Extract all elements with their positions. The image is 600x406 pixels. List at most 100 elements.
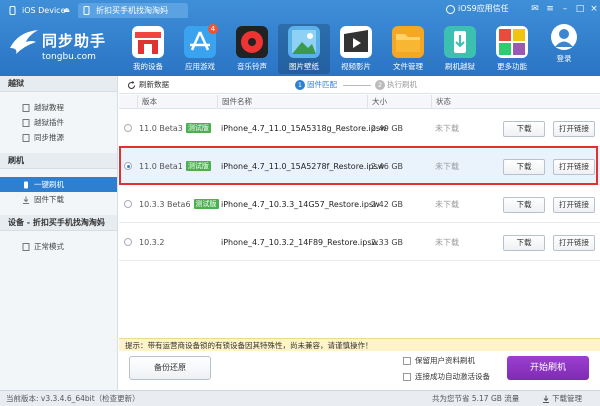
download-icon bbox=[23, 196, 29, 204]
eject-icon[interactable]: ⏏ bbox=[63, 3, 70, 18]
row-status: 未下载 bbox=[435, 124, 459, 133]
open-link-button[interactable]: 打开链接 bbox=[553, 235, 595, 251]
open-link-button[interactable]: 打开链接 bbox=[553, 197, 595, 213]
nav-music[interactable]: 音乐铃声 bbox=[226, 24, 278, 74]
step-number: 1 bbox=[295, 80, 305, 90]
table-header: 版本 固件名称 大小 状态 bbox=[119, 95, 600, 109]
skin-icon[interactable]: ✉ bbox=[530, 4, 540, 14]
trust-label: iOS9应用信任 bbox=[458, 4, 509, 13]
nav-label: 我的设备 bbox=[133, 62, 163, 71]
music-icon bbox=[236, 26, 268, 58]
nav-label: 应用游戏 bbox=[185, 62, 215, 71]
tab-label: iOS Device bbox=[22, 6, 66, 15]
sidebar-item-jailbreak-tutorial[interactable]: 越狱教程 bbox=[0, 100, 117, 115]
step-label: 执行刷机 bbox=[387, 80, 417, 89]
document-icon bbox=[22, 104, 30, 112]
app-update-badge: 4 bbox=[208, 24, 218, 34]
download-button[interactable]: 下载 bbox=[503, 121, 545, 137]
selected-row-highlight bbox=[119, 146, 598, 185]
checkbox-box[interactable] bbox=[403, 373, 411, 381]
flash-icon bbox=[24, 181, 28, 189]
row-filename: iPhone_4.7_10.3.2_14F89_Restore.ipsw bbox=[221, 238, 379, 247]
start-flash-button[interactable]: 开始刷机 bbox=[507, 356, 589, 380]
step-label: 固件匹配 bbox=[307, 80, 337, 89]
checkbox-label: 连接成功自动激活设备 bbox=[415, 372, 490, 381]
folder-icon bbox=[392, 26, 424, 58]
sidebar-item-firmware-download[interactable]: 固件下载 bbox=[0, 192, 117, 207]
column-status[interactable]: 状态 bbox=[431, 95, 451, 109]
nav-pictures[interactable]: 图片壁纸 bbox=[278, 24, 330, 74]
version-info[interactable]: 当前版本: v3.3.4.6_64bit（检查更新） bbox=[6, 391, 140, 406]
sidebar-item-normal-mode[interactable]: 正常模式 bbox=[0, 239, 117, 254]
nav-files[interactable]: 文件管理 bbox=[382, 24, 434, 74]
tab-shop[interactable]: 折扣买手机找淘淘妈 bbox=[78, 3, 188, 18]
logo-bird-icon bbox=[10, 30, 38, 54]
download-manager-button[interactable]: 下载管理 bbox=[542, 391, 582, 406]
minimize-icon[interactable]: – bbox=[560, 4, 570, 14]
row-radio[interactable] bbox=[124, 200, 132, 208]
sidebar-item-label: 同步推源 bbox=[34, 133, 64, 142]
warning-tip: 提示：带有运营商设备锁的有锁设备因其特殊性，尚未兼容，请谨慎操作！ bbox=[119, 338, 600, 351]
download-icon bbox=[543, 395, 549, 403]
nav-label: 刷机越狱 bbox=[445, 62, 475, 71]
tab-ios-device[interactable]: iOS Device ⏏ bbox=[4, 3, 74, 18]
column-version[interactable]: 版本 bbox=[137, 95, 157, 109]
checkbox-label: 保留用户资料刷机 bbox=[415, 356, 475, 365]
maximize-icon[interactable]: □ bbox=[575, 4, 585, 14]
beta-tag: 测试版 bbox=[193, 199, 219, 209]
nav-videos[interactable]: 视频影片 bbox=[330, 24, 382, 74]
row-filename: iPhone_4.7_10.3.3_14G57_Restore.ipsw bbox=[221, 200, 380, 209]
nav-label: 文件管理 bbox=[393, 62, 423, 71]
info-icon bbox=[446, 5, 455, 14]
open-link-button[interactable]: 打开链接 bbox=[553, 121, 595, 137]
refresh-button[interactable]: 刷新数据 bbox=[127, 79, 169, 91]
status-bar: 当前版本: v3.3.4.6_64bit（检查更新） 共为您节省 5.17 GB… bbox=[0, 390, 600, 406]
nav-my-device[interactable]: 我的设备 bbox=[122, 24, 174, 74]
row-status: 未下载 bbox=[435, 200, 459, 209]
keep-data-checkbox[interactable]: 保留用户资料刷机 bbox=[403, 356, 475, 366]
sidebar-item-one-click-flash[interactable]: 一键刷机 bbox=[0, 177, 117, 192]
column-size[interactable]: 大小 bbox=[367, 95, 387, 109]
row-radio[interactable] bbox=[124, 238, 132, 246]
backup-restore-button[interactable]: 备份还原 bbox=[129, 356, 211, 380]
toolbar: 刷新数据 1 固件匹配 2 执行刷机 bbox=[119, 76, 600, 94]
refresh-icon bbox=[128, 81, 135, 89]
table-row[interactable]: 11.0 Beta3 测试版 iPhone_4.7_11.0_15A5318g_R… bbox=[119, 110, 600, 147]
nav-label: 更多功能 bbox=[497, 62, 527, 71]
phone-icon bbox=[83, 6, 90, 15]
menu-icon[interactable]: ≡ bbox=[545, 4, 555, 14]
action-bar: 备份还原 保留用户资料刷机 连接成功自动激活设备 开始刷机 bbox=[119, 351, 600, 390]
nav-flash-jailbreak[interactable]: 刷机越狱 bbox=[434, 24, 486, 74]
login-button[interactable]: 登录 bbox=[544, 24, 584, 72]
column-firmware-name[interactable]: 固件名称 bbox=[217, 95, 252, 109]
video-icon bbox=[340, 26, 372, 58]
row-radio[interactable] bbox=[124, 124, 132, 132]
nav-apps-games[interactable]: 4 应用游戏 bbox=[174, 24, 226, 74]
sidebar-section-flash: 刷机 bbox=[0, 153, 117, 169]
logo-name: 同步助手 bbox=[42, 32, 107, 50]
sidebar-item-label: 一键刷机 bbox=[34, 180, 64, 189]
phone-icon bbox=[9, 6, 16, 15]
sidebar-item-jailbreak-plugins[interactable]: 越狱插件 bbox=[0, 115, 117, 130]
row-filename: iPhone_4.7_11.0_15A5318g_Restore.ipsw bbox=[221, 124, 387, 133]
sidebar-item-label: 固件下载 bbox=[34, 195, 64, 204]
download-manager-label: 下载管理 bbox=[552, 394, 582, 403]
table-row[interactable]: 10.3.3 Beta6 测试版 iPhone_4.7_10.3.3_14G57_… bbox=[119, 186, 600, 223]
table-row[interactable]: 10.3.2 iPhone_4.7_10.3.2_14F89_Restore.i… bbox=[119, 224, 600, 261]
document-icon bbox=[22, 119, 30, 127]
step-firmware-match: 1 固件匹配 bbox=[295, 79, 337, 91]
download-button[interactable]: 下载 bbox=[503, 197, 545, 213]
download-button[interactable]: 下载 bbox=[503, 235, 545, 251]
close-icon[interactable]: × bbox=[589, 4, 599, 14]
nav-more[interactable]: 更多功能 bbox=[486, 24, 538, 74]
nav-label: 视频影片 bbox=[341, 62, 371, 71]
ios9-trust-link[interactable]: iOS9应用信任 bbox=[446, 2, 509, 16]
sidebar-item-sync-source[interactable]: 同步推源 bbox=[0, 130, 117, 145]
flash-icon bbox=[444, 26, 476, 58]
sidebar-item-label: 越狱插件 bbox=[34, 118, 64, 127]
app-store-icon: 4 bbox=[184, 24, 218, 58]
sidebar-item-label: 越狱教程 bbox=[34, 103, 64, 112]
picture-icon bbox=[288, 26, 320, 58]
checkbox-box[interactable] bbox=[403, 357, 411, 365]
auto-activate-checkbox[interactable]: 连接成功自动激活设备 bbox=[403, 372, 490, 382]
